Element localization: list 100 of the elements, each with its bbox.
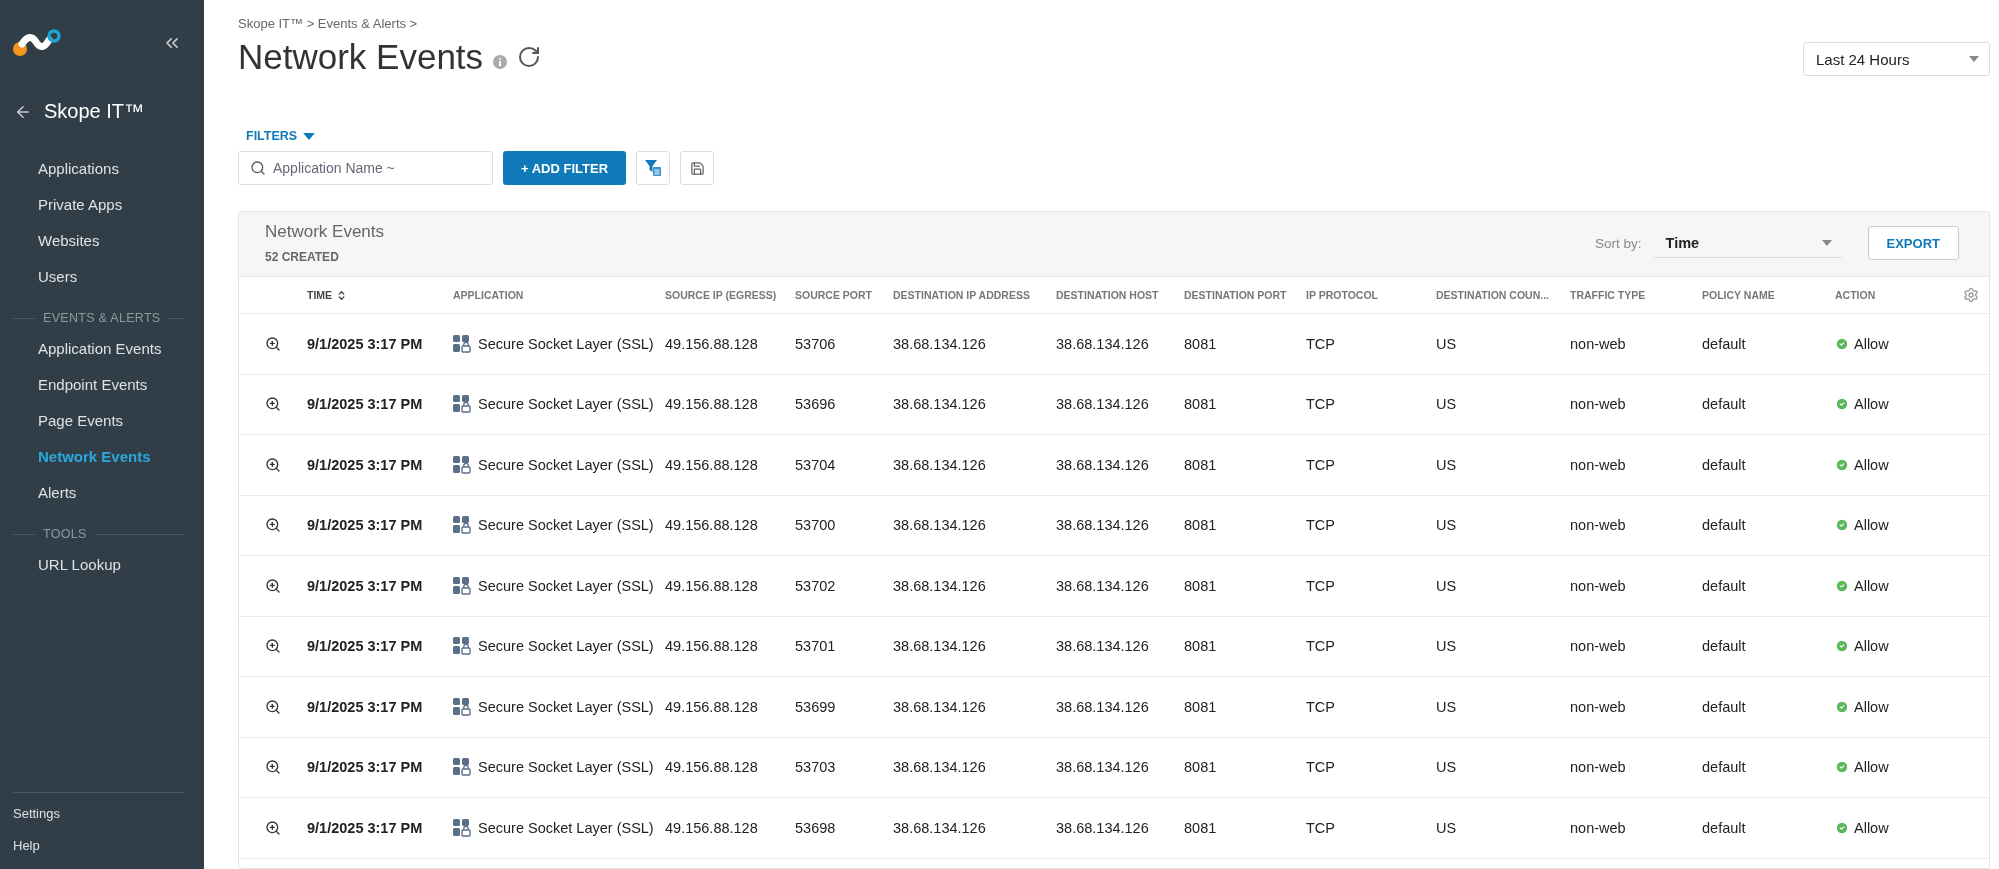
zoom-in-icon[interactable] [265,456,281,473]
table-cell-text: non-web [1569,517,1627,534]
column-header[interactable]: DESTINATION PORT [1174,289,1296,301]
table-cell-text: default [1701,577,1747,594]
table-cell-text: default [1701,396,1747,413]
sidebar-item[interactable]: Page Events [0,403,204,439]
table-cell-text: 53702 [794,577,837,594]
event-count: 52 CREATED [265,250,340,264]
zoom-in-icon[interactable] [265,638,281,655]
column-header[interactable]: SOURCE PORT [785,289,883,301]
table-cell-text: 49.156.88.128 [664,819,759,836]
footer-link[interactable]: Settings [13,803,184,825]
table-cell-text: 9/1/2025 3:17 PM [306,456,424,473]
check-circle-icon [1835,578,1849,593]
table-cell: Allow [1854,335,1889,352]
table-cell-text: 38.68.134.126 [1055,517,1150,534]
filter-list-button[interactable] [636,151,671,185]
table-cell-text: 8081 [1183,335,1218,352]
sidebar-item[interactable]: Private Apps [0,187,204,223]
column-header[interactable]: DESTINATION COUN... [1426,289,1560,301]
table-cell: Secure Socket Layer (SSL) [478,335,654,352]
zoom-in-icon[interactable] [265,517,281,534]
sort-select[interactable]: Time [1653,228,1842,258]
check-circle-icon [1835,639,1849,654]
column-header[interactable]: TRAFFIC TYPE [1560,289,1692,301]
column-header[interactable]: ACTION [1825,289,1949,301]
table-cell-text: 38.68.134.126 [1055,456,1150,473]
table-cell-text: 38.68.134.126 [892,396,987,413]
sidebar-item[interactable]: Endpoint Events [0,367,204,403]
table-cell: Allow [1854,577,1889,594]
footer-link[interactable]: Help [13,835,184,857]
check-circle-icon [1835,820,1849,835]
zoom-in-icon[interactable] [265,335,281,352]
zoom-in-icon[interactable] [265,577,281,594]
sidebar-item[interactable]: Application Events [0,331,204,367]
table-cell-text: TCP [1305,759,1336,776]
zoom-in-icon[interactable] [265,759,281,776]
app-grid-icon [453,758,471,777]
filters-toggle[interactable]: FILTERS [238,129,324,143]
table-cell-text: 9/1/2025 3:17 PM [306,517,424,534]
caret-icon [1821,239,1832,246]
search-field[interactable]: Application Name ~ [238,151,493,185]
export-button[interactable]: EXPORT [1867,226,1959,260]
app-grid-icon [453,576,471,595]
table-cell-text: 9/1/2025 3:17 PM [306,396,424,413]
zoom-in-icon[interactable] [265,698,281,715]
table-cell-text: US [1435,517,1458,534]
table-cell-text: 38.68.134.126 [892,698,987,715]
app-grid-icon [453,334,471,353]
breadcrumb: Skope IT™ > Events & Alerts > [238,16,419,31]
sidebar-item[interactable]: URL Lookup [0,547,204,583]
table-cell-text: 53704 [794,456,837,473]
table-cell-text: TCP [1305,819,1336,836]
column-header[interactable]: DESTINATION IP ADDRESS [883,289,1046,301]
zoom-in-icon[interactable] [265,819,281,836]
app-grid-icon [453,516,471,535]
settings-icon[interactable] [1963,287,1979,303]
table-cell-text: non-web [1569,396,1627,413]
column-header[interactable]: POLICY NAME [1692,289,1825,301]
table-cell-text: 53706 [794,335,837,352]
column-header[interactable]: DESTINATION HOST [1046,289,1174,301]
check-circle-icon [1835,397,1849,412]
table-cell: Allow [1854,456,1889,473]
table-cell-text: 8081 [1183,577,1218,594]
table-cell: Allow [1854,698,1889,715]
table-cell-text: 49.156.88.128 [664,396,759,413]
sidebar-item[interactable]: Network Events [0,439,204,475]
save-button[interactable] [680,151,715,185]
table-cell-text: 8081 [1183,456,1218,473]
refresh-icon[interactable] [517,45,542,69]
column-header[interactable]: IP PROTOCOL [1296,289,1426,301]
table-cell: Secure Socket Layer (SSL) [478,456,654,473]
table-cell-text: default [1701,517,1747,534]
column-header[interactable]: APPLICATION [443,289,655,301]
table-cell-text: 49.156.88.128 [664,517,759,534]
sort-label: Sort by: [1595,235,1642,251]
sidebar-item[interactable]: Websites [0,223,204,259]
table-cell-text: default [1701,638,1747,655]
sidebar-item[interactable]: Alerts [0,475,204,511]
table-cell-text: 49.156.88.128 [664,759,759,776]
table-cell-text: US [1435,456,1458,473]
table-cell-text: 49.156.88.128 [664,456,759,473]
column-header[interactable]: TIME [297,289,443,301]
search-icon [250,160,266,176]
table-cell-text: 38.68.134.126 [1055,335,1150,352]
zoom-in-icon[interactable] [265,396,281,413]
sidebar-item[interactable]: Applications [0,151,204,187]
table-cell-text: 8081 [1183,517,1218,534]
table-cell-text: 38.68.134.126 [892,759,987,776]
table-cell-text: 38.68.134.126 [892,456,987,473]
table-cell-text: 9/1/2025 3:17 PM [306,638,424,655]
column-header[interactable]: SOURCE IP (EGRESS) [655,289,785,301]
table-cell-text: 8081 [1183,638,1218,655]
table-cell-text: 49.156.88.128 [664,577,759,594]
table-cell-text: 53698 [794,819,837,836]
add-filter-button[interactable]: + ADD FILTER [503,151,627,185]
time-range-select[interactable]: Last 24 Hours [1803,42,1990,76]
table-cell-text: default [1701,698,1747,715]
sidebar-item[interactable]: Users [0,259,204,295]
table-cell: Allow [1854,819,1889,836]
